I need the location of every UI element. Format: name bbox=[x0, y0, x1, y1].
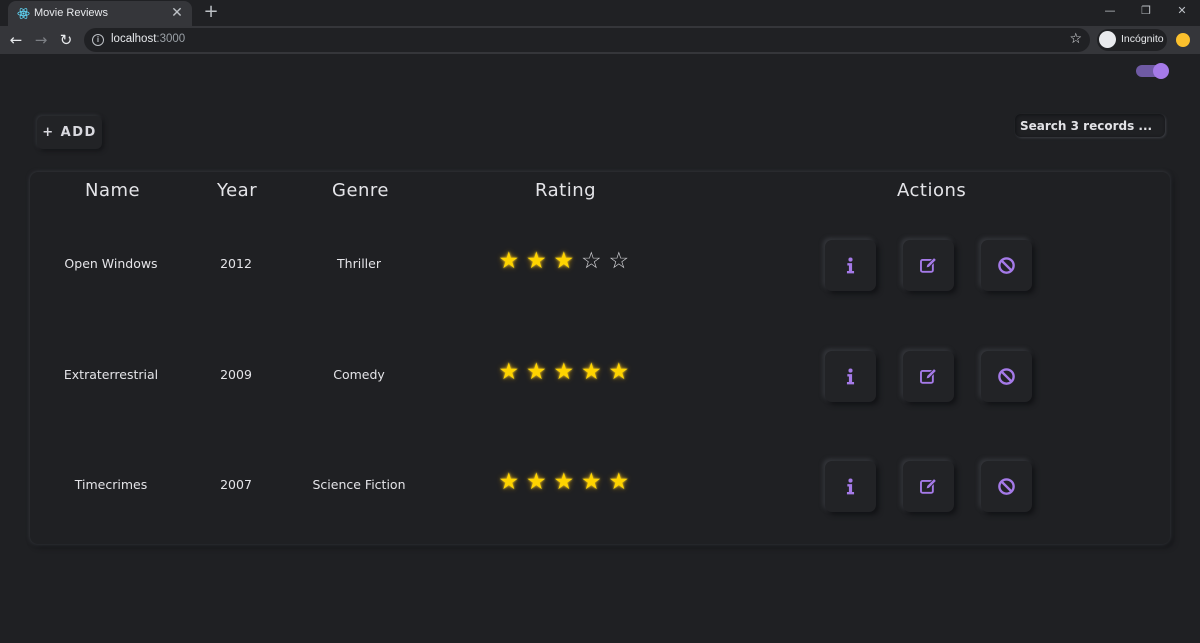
rating-stars: ★ ★ ★ ★ ★ bbox=[497, 360, 631, 390]
new-tab-button[interactable]: + bbox=[201, 2, 221, 22]
incognito-badge[interactable]: Incógnito bbox=[1097, 29, 1167, 51]
ban-icon bbox=[998, 257, 1015, 274]
delete-button[interactable] bbox=[981, 240, 1032, 291]
bookmark-star-icon[interactable]: ☆ bbox=[1069, 31, 1082, 47]
address-bar[interactable]: i localhost:3000 ☆ bbox=[84, 28, 1090, 52]
cell-name: Open Windows bbox=[64, 256, 158, 271]
info-icon bbox=[846, 257, 855, 274]
info-icon bbox=[846, 478, 855, 495]
react-icon bbox=[17, 8, 30, 19]
restore-icon[interactable]: ❐ bbox=[1128, 0, 1164, 24]
cell-genre: Science Fiction bbox=[312, 477, 406, 492]
star-empty-icon: ☆ bbox=[580, 248, 602, 274]
star-filled-icon: ★ bbox=[608, 359, 630, 385]
star-filled-icon: ★ bbox=[553, 469, 575, 495]
cell-name: Timecrimes bbox=[74, 477, 148, 492]
cell-year: 2007 bbox=[220, 477, 252, 492]
table-row: Open Windows 2012 Thriller ★ ★ ★ ☆ ☆ bbox=[30, 226, 1170, 306]
movies-table: Name Year Genre Rating Actions Open Wind… bbox=[30, 172, 1170, 544]
delete-button[interactable] bbox=[981, 461, 1032, 512]
forward-icon[interactable]: → bbox=[31, 30, 51, 50]
column-header-name: Name bbox=[85, 180, 141, 201]
browser-tab[interactable]: Movie Reviews ✕ bbox=[8, 1, 192, 26]
column-header-year: Year bbox=[217, 180, 258, 201]
add-button[interactable]: + ADD bbox=[37, 116, 102, 149]
edit-button[interactable] bbox=[903, 351, 954, 402]
edit-button[interactable] bbox=[903, 461, 954, 512]
cell-year: 2012 bbox=[220, 256, 252, 271]
incognito-icon bbox=[1099, 31, 1116, 48]
ban-icon bbox=[998, 478, 1015, 495]
cell-genre: Thriller bbox=[337, 256, 381, 271]
rating-stars: ★ ★ ★ ★ ★ bbox=[497, 470, 631, 500]
incognito-label: Incógnito bbox=[1121, 33, 1164, 45]
edit-icon bbox=[920, 257, 937, 273]
tab-title: Movie Reviews bbox=[34, 7, 108, 19]
star-filled-icon: ★ bbox=[525, 248, 547, 274]
cell-genre: Comedy bbox=[333, 367, 385, 382]
star-filled-icon: ★ bbox=[580, 359, 602, 385]
cell-name: Extraterrestrial bbox=[63, 367, 159, 382]
minimize-icon[interactable]: — bbox=[1092, 0, 1128, 24]
browser-toolbar: ← → ↻ i localhost:3000 ☆ Incógnito bbox=[0, 26, 1200, 54]
star-filled-icon: ★ bbox=[553, 248, 575, 274]
site-info-icon[interactable]: i bbox=[92, 34, 104, 46]
star-filled-icon: ★ bbox=[525, 359, 547, 385]
back-icon[interactable]: ← bbox=[6, 30, 26, 50]
star-filled-icon: ★ bbox=[498, 469, 520, 495]
reload-icon[interactable]: ↻ bbox=[56, 30, 76, 50]
edit-icon bbox=[920, 478, 937, 494]
toggle-knob bbox=[1153, 63, 1169, 79]
delete-button[interactable] bbox=[981, 351, 1032, 402]
column-header-genre: Genre bbox=[332, 180, 390, 201]
star-filled-icon: ★ bbox=[498, 248, 520, 274]
column-header-actions: Actions bbox=[897, 180, 967, 201]
url-text: localhost:3000 bbox=[111, 33, 186, 45]
theme-toggle[interactable] bbox=[1136, 63, 1169, 79]
info-button[interactable] bbox=[825, 461, 876, 512]
table-row: Extraterrestrial 2009 Comedy ★ ★ ★ ★ ★ bbox=[30, 337, 1170, 417]
star-filled-icon: ★ bbox=[608, 469, 630, 495]
edit-icon bbox=[920, 368, 937, 384]
browser-tab-strip: Movie Reviews ✕ + — ❐ ✕ bbox=[0, 0, 1200, 26]
star-empty-icon: ☆ bbox=[608, 248, 630, 274]
info-button[interactable] bbox=[825, 351, 876, 402]
tab-close-icon[interactable]: ✕ bbox=[168, 4, 186, 22]
info-icon bbox=[846, 368, 855, 385]
table-row: Timecrimes 2007 Science Fiction ★ ★ ★ ★ ★ bbox=[30, 447, 1170, 527]
column-header-rating: Rating bbox=[535, 180, 597, 201]
star-filled-icon: ★ bbox=[525, 469, 547, 495]
search-input[interactable] bbox=[1015, 114, 1165, 137]
profile-avatar[interactable] bbox=[1176, 33, 1190, 47]
star-filled-icon: ★ bbox=[580, 469, 602, 495]
star-filled-icon: ★ bbox=[498, 359, 520, 385]
window-close-icon[interactable]: ✕ bbox=[1164, 0, 1200, 24]
edit-button[interactable] bbox=[903, 240, 954, 291]
ban-icon bbox=[998, 368, 1015, 385]
cell-year: 2009 bbox=[220, 367, 252, 382]
info-button[interactable] bbox=[825, 240, 876, 291]
rating-stars: ★ ★ ★ ☆ ☆ bbox=[497, 249, 631, 279]
star-filled-icon: ★ bbox=[553, 359, 575, 385]
